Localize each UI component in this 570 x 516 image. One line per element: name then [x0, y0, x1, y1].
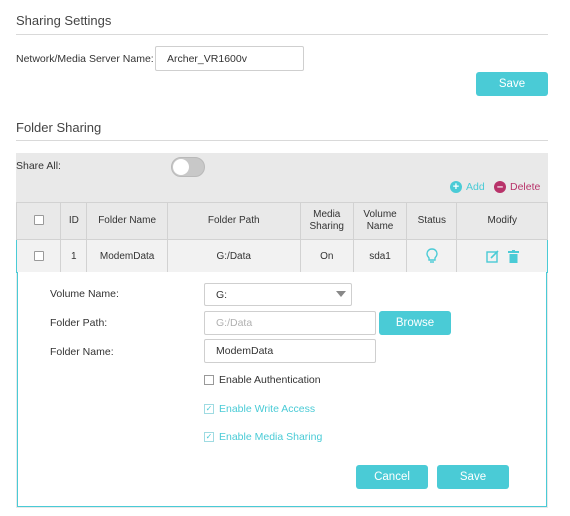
delete-label: Delete — [510, 181, 541, 193]
check-icon: ✓ — [204, 432, 214, 442]
table-row[interactable]: 1 ModemData G:/Data On sda1 — [15, 239, 548, 273]
col-header-id: ID — [60, 202, 88, 240]
row-modify — [456, 239, 548, 273]
table-header-row: ID Folder Name Folder Path Media Sharing… — [15, 202, 548, 240]
plus-icon: + — [450, 181, 462, 193]
row-status — [406, 239, 458, 273]
row-media-sharing: On — [299, 239, 354, 273]
col-header-folder-name: Folder Name — [86, 202, 168, 240]
row-folder-name: ModemData — [86, 239, 168, 273]
delete-button[interactable]: – Delete — [494, 181, 540, 193]
sharing-settings-title: Sharing Settings — [16, 13, 112, 28]
select-all-checkbox[interactable] — [33, 215, 44, 226]
minus-icon: – — [494, 181, 506, 193]
enable-authentication-checkbox[interactable]: Enable Authentication — [204, 374, 321, 386]
folder-path-input[interactable]: G:/Data — [204, 311, 376, 335]
form-save-button[interactable]: Save — [437, 465, 509, 489]
divider — [16, 140, 548, 141]
volume-name-label: Volume Name: — [50, 288, 119, 300]
volume-name-value: G: — [216, 288, 228, 301]
row-select-cell — [15, 239, 62, 273]
enable-write-access-label: Enable Write Access — [219, 403, 316, 415]
col-header-folder-path: Folder Path — [166, 202, 301, 240]
add-button[interactable]: + Add — [450, 181, 485, 193]
share-all-toggle[interactable] — [171, 157, 205, 177]
browse-button[interactable]: Browse — [379, 311, 451, 335]
enable-media-sharing-label: Enable Media Sharing — [219, 431, 323, 443]
divider — [16, 34, 548, 35]
trash-icon[interactable] — [507, 249, 519, 263]
toggle-knob — [173, 159, 189, 175]
col-header-volume-name: Volume Name — [352, 202, 408, 240]
check-icon: ✓ — [204, 404, 214, 414]
folder-name-input[interactable]: ModemData — [204, 339, 376, 363]
enable-authentication-label: Enable Authentication — [219, 374, 321, 386]
row-id: 1 — [60, 239, 88, 273]
folder-name-label: Folder Name: — [50, 346, 114, 358]
enable-write-access-checkbox[interactable]: ✓ Enable Write Access — [204, 403, 315, 415]
row-checkbox[interactable] — [33, 250, 44, 261]
col-header-status: Status — [406, 202, 458, 240]
volume-name-select[interactable]: G: — [204, 283, 352, 306]
enable-media-sharing-checkbox[interactable]: ✓ Enable Media Sharing — [204, 431, 322, 443]
bulb-icon — [426, 248, 438, 263]
server-name-label: Network/Media Server Name: — [16, 53, 154, 65]
col-header-media-sharing: Media Sharing — [299, 202, 354, 240]
folder-path-label: Folder Path: — [50, 317, 108, 329]
edit-icon[interactable] — [486, 249, 499, 263]
add-label: Add — [466, 181, 485, 193]
folder-table: ID Folder Name Folder Path Media Sharing… — [15, 202, 548, 273]
chevron-down-icon — [336, 291, 346, 297]
cancel-button[interactable]: Cancel — [356, 465, 428, 489]
select-all-cell — [15, 202, 62, 240]
checkbox-box — [204, 375, 214, 385]
server-name-input[interactable]: Archer_VR1600v — [155, 46, 304, 71]
share-all-label: Share All: — [16, 160, 61, 172]
folder-sharing-title: Folder Sharing — [16, 120, 102, 135]
col-header-modify: Modify — [456, 202, 548, 240]
row-folder-path: G:/Data — [166, 239, 301, 273]
sharing-save-button[interactable]: Save — [476, 72, 548, 96]
row-volume-name: sda1 — [352, 239, 408, 273]
